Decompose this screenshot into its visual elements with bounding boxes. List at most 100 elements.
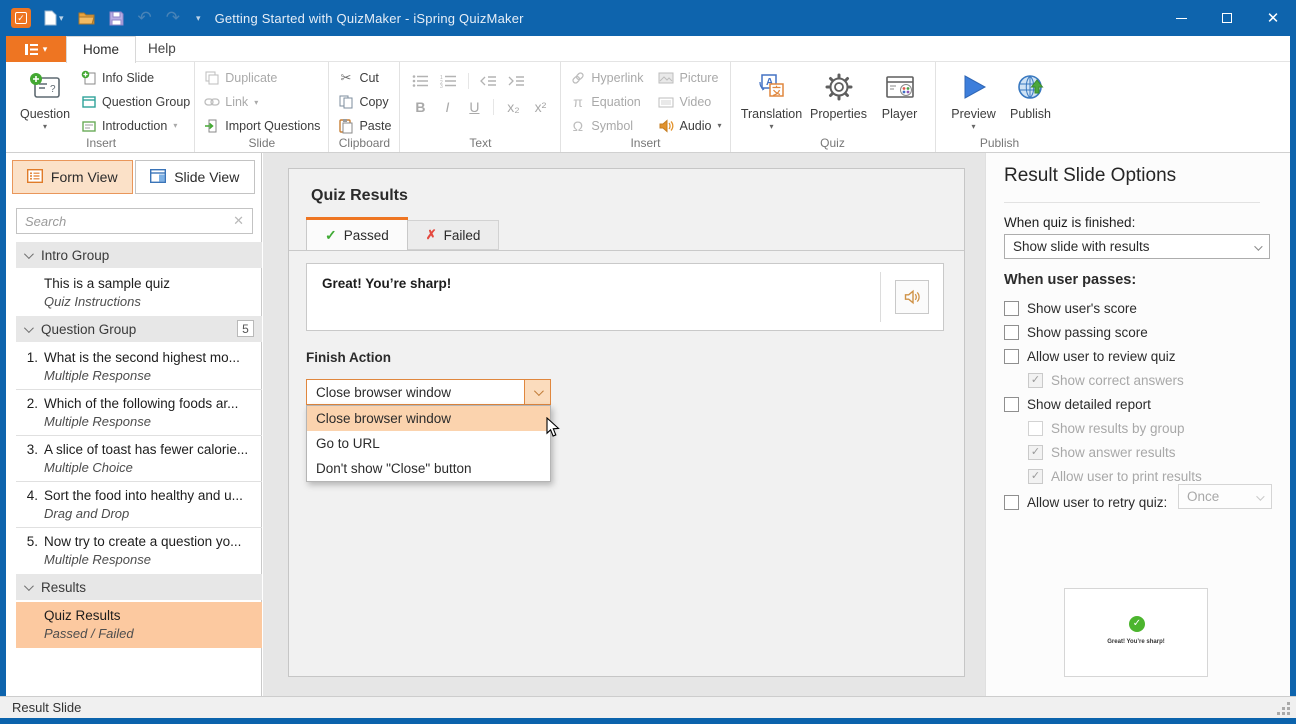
save-icon[interactable]	[109, 11, 124, 26]
finish-action-label: Finish Action	[306, 350, 391, 365]
chevron-down-icon	[24, 249, 34, 259]
tab-failed[interactable]: ✗ Failed	[408, 220, 500, 250]
question-group-button[interactable]: Question Group	[80, 92, 190, 113]
when-finished-label: When quiz is finished:	[1004, 215, 1135, 230]
tree-item-intro-slide[interactable]: This is a sample quiz Quiz Instructions	[16, 270, 262, 316]
tab-help[interactable]: Help	[132, 36, 192, 63]
audio-playback-button[interactable]	[895, 280, 929, 314]
status-text: Result Slide	[12, 700, 81, 715]
form-view-icon	[27, 169, 43, 186]
properties-button[interactable]: Properties	[807, 66, 871, 136]
checkbox[interactable]	[1004, 397, 1019, 412]
tab-home[interactable]: Home	[66, 36, 136, 63]
result-tabs: ✓ Passed ✗ Failed	[306, 219, 499, 250]
feedback-text-box[interactable]: Great! You’re sharp!	[306, 263, 944, 331]
italic-button: I	[439, 99, 455, 115]
undo-icon: ↶	[138, 8, 152, 28]
open-folder-icon[interactable]	[78, 11, 95, 25]
checkbox-show-passing-score[interactable]: Show passing score	[1004, 320, 1270, 344]
picture-button: Picture	[658, 68, 722, 89]
hyperlink-icon	[569, 70, 586, 87]
checkbox[interactable]	[1004, 495, 1019, 510]
slide-view-button[interactable]: Slide View	[135, 160, 256, 194]
maximize-button[interactable]	[1204, 0, 1250, 36]
info-slide-button[interactable]: Info Slide	[80, 68, 190, 89]
question-button[interactable]: ? Question ▾	[16, 66, 74, 136]
tab-passed[interactable]: ✓ Passed	[306, 219, 408, 250]
preview-caption: Great! You’re sharp!	[1065, 639, 1207, 645]
ribbon: ? Question ▾ Info Slide Question Group	[0, 62, 1296, 153]
resize-grip[interactable]	[1277, 702, 1290, 715]
divider	[1004, 202, 1260, 203]
chevron-down-icon: ▾	[43, 122, 47, 131]
tree-item-question-2[interactable]: 2. Which of the following foods ar... Mu…	[16, 390, 262, 436]
translation-icon: A	[756, 69, 788, 105]
checkbox[interactable]	[1004, 349, 1019, 364]
audio-button[interactable]: Audio ▾	[658, 115, 722, 136]
dropdown-option-go-to-url[interactable]: Go to URL	[307, 431, 550, 456]
app-menu-button[interactable]: ▾	[6, 36, 66, 62]
tree-item-question-3[interactable]: 3. A slice of toast has fewer calorie...…	[16, 436, 262, 482]
tree-group-intro[interactable]: Intro Group	[16, 242, 262, 268]
preview-button[interactable]: Preview ▾	[948, 66, 1000, 136]
checkbox[interactable]	[1004, 325, 1019, 340]
chevron-down-icon	[1254, 239, 1260, 254]
translation-button[interactable]: A Translation ▾	[743, 66, 801, 136]
cut-button[interactable]: ✂ Cut	[337, 68, 391, 89]
redo-icon: ↷	[166, 8, 180, 28]
finish-action-dropdown-list: Close browser window Go to URL Don't sho…	[306, 405, 551, 482]
checkbox[interactable]	[1004, 301, 1019, 316]
when-passes-label: When user passes:	[1004, 272, 1136, 288]
slide-preview-thumbnail: ✓ Great! You’re sharp!	[1064, 588, 1208, 677]
symbol-button: Ω Symbol	[569, 115, 643, 136]
dropdown-option-close-browser[interactable]: Close browser window	[307, 406, 550, 431]
player-button[interactable]: Player	[877, 66, 923, 136]
status-bar: Result Slide	[0, 696, 1296, 718]
finish-action-combobox[interactable]: Close browser window	[306, 379, 551, 405]
feedback-text: Great! You’re sharp!	[322, 276, 451, 291]
question-group-icon	[80, 94, 97, 111]
audio-icon	[658, 117, 675, 134]
minimize-button[interactable]	[1158, 0, 1204, 36]
chevron-down-icon	[24, 323, 34, 333]
qat-customize-icon[interactable]: ▾	[194, 13, 201, 24]
svg-text:3: 3	[440, 84, 443, 88]
when-finished-select[interactable]: Show slide with results	[1004, 234, 1270, 259]
tree-item-question-4[interactable]: 4. Sort the food into healthy and u... D…	[16, 482, 262, 528]
window-border-right	[1290, 36, 1296, 696]
dropdown-option-dont-show-close[interactable]: Don't show "Close" button	[307, 456, 550, 481]
tree-item-question-1[interactable]: 1. What is the second highest mo... Mult…	[16, 344, 262, 390]
checkbox-show-users-score[interactable]: Show user's score	[1004, 296, 1270, 320]
paste-button[interactable]: Paste	[337, 115, 391, 136]
publish-button[interactable]: Publish	[1006, 66, 1056, 136]
tree-item-question-5[interactable]: 5. Now try to create a question yo... Mu…	[16, 528, 262, 574]
tree-group-questions[interactable]: Question Group 5	[16, 316, 262, 342]
bold-button: B	[412, 99, 428, 115]
main-area: Quiz Results ✓ Passed ✗ Failed Great! Yo…	[263, 153, 985, 696]
checkbox-allow-review-quiz[interactable]: Allow user to review quiz	[1004, 344, 1270, 368]
close-button[interactable]: ✕	[1250, 0, 1296, 36]
introduction-icon	[80, 117, 97, 134]
chevron-down-icon: ▾	[173, 121, 177, 130]
search-clear-icon[interactable]: ✕	[225, 213, 252, 229]
video-button: Video	[658, 92, 722, 113]
search-input[interactable]	[17, 214, 225, 229]
combobox-dropdown-button[interactable]	[524, 380, 550, 404]
ribbon-group-insert-media: Hyperlink π Equation Ω Symbol Picture Vi…	[561, 62, 730, 152]
new-file-icon[interactable]: ▾	[43, 10, 64, 26]
checkbox-show-detailed-report[interactable]: Show detailed report	[1004, 392, 1270, 416]
ribbon-tab-row: ▾ Home Help	[0, 36, 1296, 62]
tree-item-quiz-results[interactable]: Quiz Results Passed / Failed	[16, 602, 262, 648]
duplicate-button: Duplicate	[203, 68, 320, 89]
import-questions-button[interactable]: Import Questions	[203, 115, 320, 136]
app-icon: ✓	[11, 8, 31, 28]
introduction-button[interactable]: Introduction ▾	[80, 115, 190, 136]
copy-button[interactable]: Copy	[337, 92, 391, 113]
chevron-down-icon: ▾	[254, 98, 258, 107]
panel-title: Result Slide Options	[1004, 165, 1176, 187]
video-icon	[658, 94, 675, 111]
checkbox-checked: ✓	[1028, 373, 1043, 388]
tree-group-results[interactable]: Results	[16, 574, 262, 600]
form-view-button[interactable]: Form View	[12, 160, 133, 194]
slide-tree: Intro Group This is a sample quiz Quiz I…	[16, 242, 262, 648]
